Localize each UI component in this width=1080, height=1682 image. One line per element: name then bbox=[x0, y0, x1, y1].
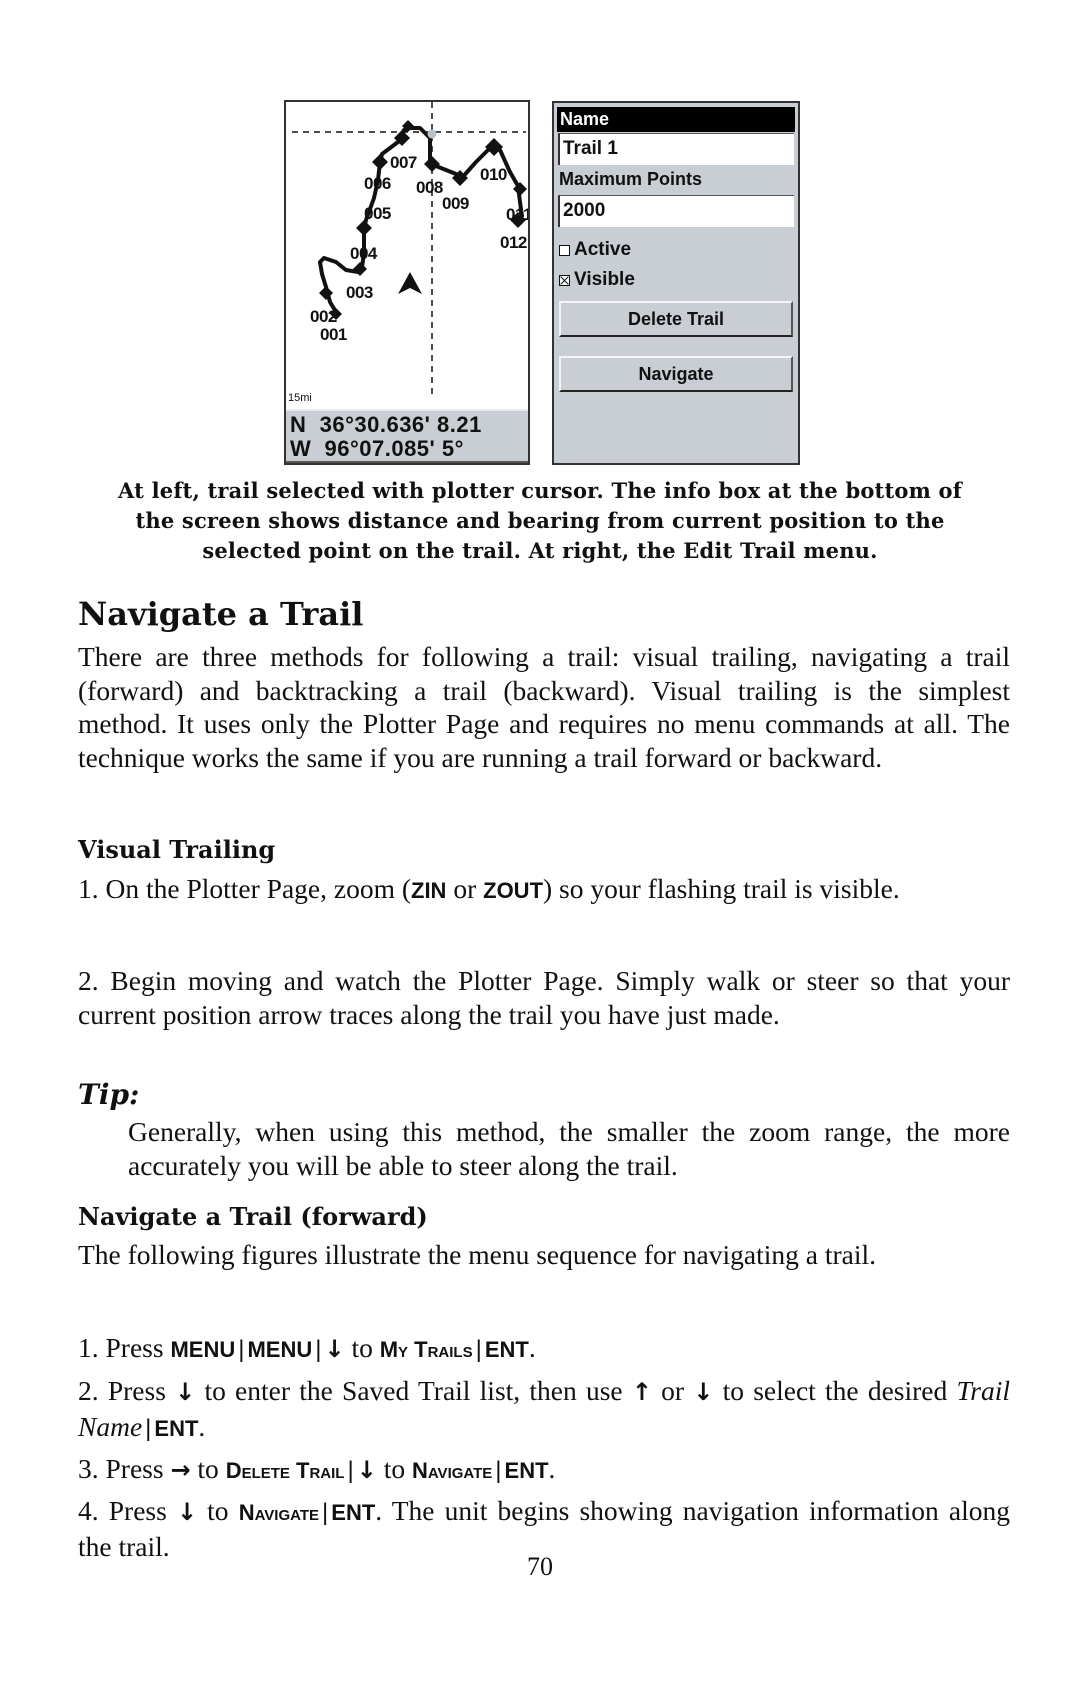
visible-checkbox-row[interactable]: Visible bbox=[559, 269, 635, 291]
active-checkbox-row[interactable]: Active bbox=[559, 239, 631, 261]
visible-label: Visible bbox=[574, 269, 635, 290]
step-text: . bbox=[528, 1332, 536, 1363]
maximum-points-label: Maximum Points bbox=[559, 169, 703, 189]
section-title: Navigate a Trail bbox=[78, 595, 364, 633]
key-navigate: Navigate bbox=[238, 1500, 320, 1525]
map-scale-label: 15mi bbox=[288, 392, 312, 404]
down-arrow-icon: ↓ bbox=[176, 1498, 198, 1526]
separator: | bbox=[238, 1336, 245, 1363]
waypoint-label-012: 012 bbox=[500, 233, 527, 252]
page-number: 70 bbox=[527, 1552, 553, 1581]
up-arrow-icon: ↑ bbox=[631, 1378, 652, 1406]
longitude-bearing-readout: W 96°07.085' 5° bbox=[290, 436, 464, 461]
visual-trailing-step-2: 2. Begin moving and watch the Plotter Pa… bbox=[78, 965, 1010, 1030]
separator: | bbox=[315, 1336, 322, 1363]
step-text: to enter the Saved Trail list, then use bbox=[195, 1375, 632, 1406]
navigate-button[interactable]: Navigate bbox=[559, 356, 793, 392]
waypoint-label-006: 006 bbox=[364, 174, 391, 193]
waypoint-label-005: 005 bbox=[364, 204, 391, 223]
maximum-points-field[interactable]: 2000 bbox=[558, 195, 794, 227]
right-arrow-icon: → bbox=[170, 1456, 191, 1484]
waypoint-label-008: 008 bbox=[416, 178, 443, 197]
key-ent: ENT bbox=[331, 1500, 376, 1525]
step-text: to bbox=[376, 1453, 412, 1484]
step-text: 3. Press bbox=[78, 1453, 171, 1484]
step-text: 2. Press bbox=[78, 1375, 176, 1406]
navigate-forward-heading: Navigate a Trail (forward) bbox=[78, 1202, 428, 1231]
step-text: to bbox=[190, 1453, 226, 1484]
waypoint-marker-008 bbox=[424, 156, 440, 172]
waypoint-label-007: 007 bbox=[390, 153, 417, 172]
waypoint-label-003: 003 bbox=[346, 283, 373, 302]
key-ent: ENT bbox=[484, 1337, 529, 1362]
separator: | bbox=[322, 1499, 329, 1526]
down-arrow-icon: ↓ bbox=[693, 1378, 714, 1406]
down-arrow-icon: ↓ bbox=[356, 1456, 377, 1484]
name-label: Name bbox=[557, 107, 795, 132]
active-label: Active bbox=[574, 239, 632, 260]
separator: | bbox=[495, 1457, 502, 1484]
key-zout: ZOUT bbox=[483, 878, 544, 903]
tip-label: Tip: bbox=[78, 1078, 140, 1111]
caption-line: At left, trail selected with plotter cur… bbox=[118, 478, 962, 503]
key-menu: MENU bbox=[170, 1337, 236, 1362]
delete-trail-button[interactable]: Delete Trail bbox=[559, 301, 793, 337]
step-text: 4. Press bbox=[78, 1495, 177, 1526]
edit-trail-menu: Name Trail 1 Maximum Points 2000 Active … bbox=[552, 101, 800, 465]
key-menu: MENU bbox=[247, 1337, 313, 1362]
plotter-screen-figure: 001 002 003 004 005 006 007 008 009 010 … bbox=[284, 100, 530, 465]
section-intro-paragraph: There are three methods for following a … bbox=[78, 641, 1010, 773]
caption-line: selected point on the trail. At right, t… bbox=[202, 538, 878, 563]
maximum-points-value: 2000 bbox=[563, 200, 606, 221]
navigate-step-2: 2. Press ↓ to enter the Saved Trail list… bbox=[78, 1374, 1010, 1445]
key-my-trails: My Trails bbox=[379, 1337, 473, 1362]
waypoint-label-009: 009 bbox=[442, 194, 469, 213]
active-checkbox[interactable] bbox=[559, 244, 570, 256]
navigate-step-3: 3. Press → to Delete Trail | ↓ to Navigate… bbox=[78, 1452, 1010, 1488]
key-ent: ENT bbox=[154, 1415, 199, 1441]
step-text: ) so your flashing trail is visible. bbox=[543, 873, 900, 904]
trail-name-value: Trail 1 bbox=[563, 138, 618, 159]
key-ent: ENT bbox=[504, 1458, 549, 1483]
step-text: . bbox=[198, 1410, 206, 1442]
step-text: or bbox=[651, 1375, 694, 1406]
step-text: . bbox=[548, 1453, 556, 1484]
visual-trailing-step-1: 1. On the Plotter Page, zoom (ZIN or ZOU… bbox=[78, 872, 1010, 908]
step-text: to bbox=[344, 1332, 380, 1363]
waypoint-label-011: 011 bbox=[506, 205, 528, 224]
step-text: or bbox=[446, 873, 484, 904]
step-text: 1. On the Plotter Page, zoom ( bbox=[78, 873, 411, 904]
position-arrow-icon bbox=[398, 272, 422, 294]
key-navigate: Navigate bbox=[411, 1458, 493, 1483]
key-zin: ZIN bbox=[411, 878, 447, 903]
visible-checkbox[interactable] bbox=[559, 274, 570, 286]
step-text: to bbox=[197, 1495, 239, 1526]
waypoint-marker-003 bbox=[353, 262, 367, 276]
trail-name-field[interactable]: Trail 1 bbox=[558, 133, 794, 165]
down-arrow-icon: ↓ bbox=[324, 1335, 345, 1363]
separator: | bbox=[145, 1414, 152, 1442]
latitude-distance-readout: N 36°30.636' 8.21 bbox=[290, 412, 482, 437]
visual-trailing-heading: Visual Trailing bbox=[78, 835, 276, 864]
key-delete-trail: Delete Trail bbox=[225, 1458, 345, 1483]
step-text: 1. Press bbox=[78, 1332, 171, 1363]
waypoint-label-004: 004 bbox=[350, 244, 378, 263]
navigate-forward-intro: The following figures illustrate the men… bbox=[78, 1239, 877, 1270]
waypoint-marker-006 bbox=[372, 154, 388, 170]
separator: | bbox=[475, 1336, 482, 1363]
step-text: to select the desired bbox=[713, 1375, 957, 1406]
cursor-dot bbox=[427, 129, 437, 139]
separator: | bbox=[347, 1457, 354, 1484]
waypoint-label-002: 002 bbox=[310, 307, 337, 326]
navigate-step-1: 1. Press MENU | MENU | ↓ to My Trails | ENT. bbox=[78, 1331, 1010, 1367]
tip-text: Generally, when using this method, the s… bbox=[128, 1116, 1010, 1181]
waypoint-label-001: 001 bbox=[320, 325, 347, 344]
down-arrow-icon: ↓ bbox=[175, 1378, 196, 1406]
figure-caption: At left, trail selected with plotter cur… bbox=[70, 476, 1010, 566]
waypoint-label-010: 010 bbox=[480, 165, 507, 184]
cursor-info-box: N 36°30.636' 8.21 W 96°07.085' 5° bbox=[286, 409, 528, 463]
caption-line: the screen shows distance and bearing fr… bbox=[135, 508, 945, 533]
